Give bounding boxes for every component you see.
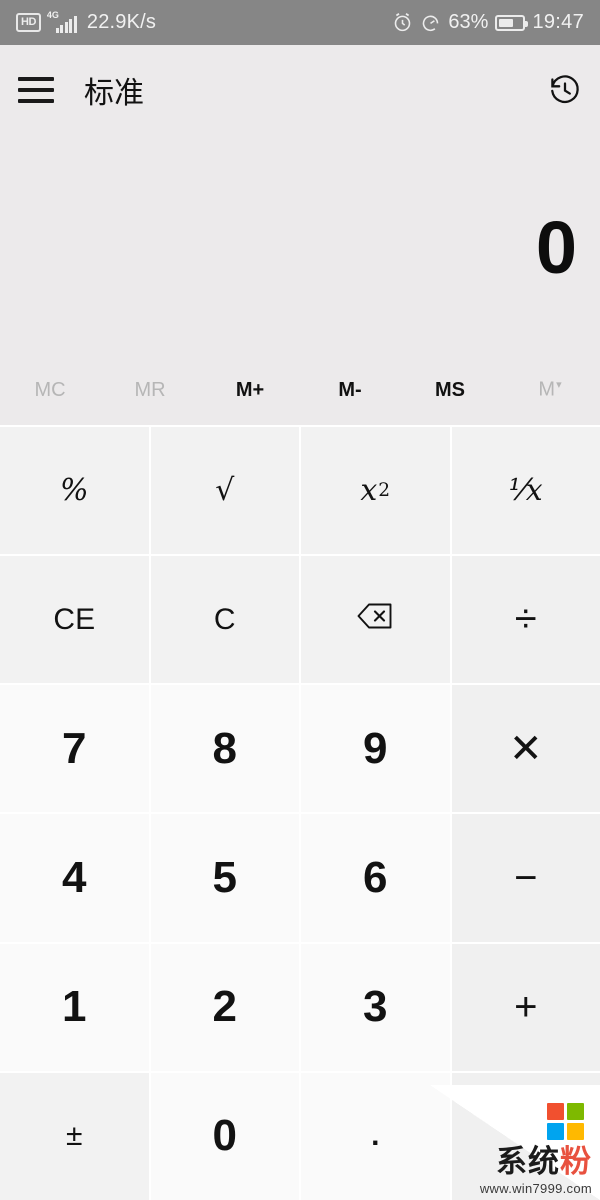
digit-8-key-label: 8 [212, 723, 237, 773]
memory-dropdown-label: M [538, 378, 556, 401]
sign-toggle-key-label: ± [66, 1119, 83, 1153]
battery-icon [495, 14, 529, 31]
digit-4-key-label: 4 [62, 853, 87, 903]
sign-toggle-key[interactable]: ± [0, 1072, 149, 1200]
digit-2-key-label: 2 [212, 982, 237, 1032]
percent-key-label: % [59, 473, 89, 509]
memory-store-button[interactable]: MS [400, 379, 500, 402]
digit-6-key[interactable]: 6 [301, 814, 450, 942]
memory-store-label: MS [435, 378, 465, 401]
clear-key-label: C [213, 602, 236, 636]
status-bar: HD 4G 22.9K/s 63% 19:47 [0, 0, 600, 45]
hd-icon: HD [16, 13, 41, 32]
memory-dropdown-button[interactable]: M▾ [500, 378, 600, 402]
digit-5-key-label: 5 [212, 853, 237, 903]
equals-key-label: = [514, 1113, 538, 1158]
digit-3-key-label: 3 [363, 982, 388, 1032]
memory-add-button[interactable]: M+ [200, 379, 300, 402]
battery-percent-label: 63% [448, 11, 489, 33]
clear-key[interactable]: C [150, 556, 299, 684]
signal-strength-icon: 4G [46, 9, 77, 33]
page-title: 标准 [84, 76, 144, 111]
multiply-key[interactable]: ✕ [451, 685, 600, 813]
keypad: % √ x2 ⅟x CE C ÷ 7 8 9 ✕ 4 5 6 − 1 2 3 + [0, 425, 600, 1200]
digit-5-key[interactable]: 5 [150, 814, 299, 942]
clock-label: 19:47 [532, 11, 584, 33]
backspace-icon [355, 601, 395, 639]
network-type-label: 4G [46, 9, 59, 20]
clear-entry-key[interactable]: CE [0, 556, 149, 684]
memory-recall-label: MR [134, 378, 166, 401]
decimal-point-key[interactable]: . [301, 1072, 450, 1200]
square-root-key-label: √ [215, 473, 235, 509]
display-value: 0 [535, 206, 577, 289]
alarm-clock-icon [392, 12, 413, 33]
percent-key[interactable]: % [0, 427, 149, 555]
square-key-exponent: 2 [378, 480, 391, 502]
digit-0-key-label: 0 [212, 1111, 237, 1161]
divide-key-label: ÷ [514, 597, 537, 642]
memory-recall-button[interactable]: MR [100, 379, 200, 402]
square-key-label: x [360, 473, 378, 509]
reciprocal-key-label: ⅟x [508, 473, 543, 509]
chevron-down-icon: ▾ [556, 379, 562, 392]
hamburger-menu-icon[interactable] [18, 77, 54, 103]
data-speed-label: 22.9K/s [86, 11, 157, 33]
reciprocal-key[interactable]: ⅟x [451, 427, 600, 555]
history-icon[interactable] [548, 73, 582, 107]
digit-1-key-label: 1 [62, 982, 87, 1032]
subtract-key-label: − [514, 855, 538, 900]
digit-8-key[interactable]: 8 [150, 685, 299, 813]
divide-key[interactable]: ÷ [451, 556, 600, 684]
digit-7-key[interactable]: 7 [0, 685, 149, 813]
digit-2-key[interactable]: 2 [150, 943, 299, 1071]
backspace-key[interactable] [301, 556, 450, 684]
memory-subtract-label: M- [338, 378, 362, 401]
app-bar: 标准 [0, 45, 600, 135]
digit-4-key[interactable]: 4 [0, 814, 149, 942]
equals-key[interactable]: = [451, 1072, 600, 1200]
multiply-key-label: ✕ [508, 726, 543, 771]
subtract-key[interactable]: − [451, 814, 600, 942]
square-key[interactable]: x2 [301, 427, 450, 555]
digit-0-key[interactable]: 0 [150, 1072, 299, 1200]
clear-entry-key-label: CE [53, 602, 96, 636]
add-key-label: + [514, 984, 538, 1029]
data-saver-icon [420, 12, 441, 33]
memory-clear-button[interactable]: MC [0, 379, 100, 402]
square-root-key[interactable]: √ [150, 427, 299, 555]
decimal-point-key-label: . [371, 1119, 380, 1153]
digit-7-key-label: 7 [62, 723, 87, 773]
calculator-app: HD 4G 22.9K/s 63% 19:47 标准 0 MC MR M+ M-… [0, 0, 600, 1200]
digit-6-key-label: 6 [363, 853, 388, 903]
memory-add-label: M+ [235, 378, 265, 401]
add-key[interactable]: + [451, 943, 600, 1071]
status-bar-left: HD 4G 22.9K/s [16, 9, 157, 34]
signal-bars [55, 15, 77, 33]
digit-3-key[interactable]: 3 [301, 943, 450, 1071]
digit-1-key[interactable]: 1 [0, 943, 149, 1071]
memory-subtract-button[interactable]: M- [300, 379, 400, 402]
digit-9-key-label: 9 [363, 723, 388, 773]
display-area[interactable]: 0 [0, 135, 600, 355]
memory-clear-label: MC [34, 378, 66, 401]
status-bar-right: 63% 19:47 [392, 11, 584, 34]
digit-9-key[interactable]: 9 [301, 685, 450, 813]
memory-row: MC MR M+ M- MS M▾ [0, 355, 600, 425]
